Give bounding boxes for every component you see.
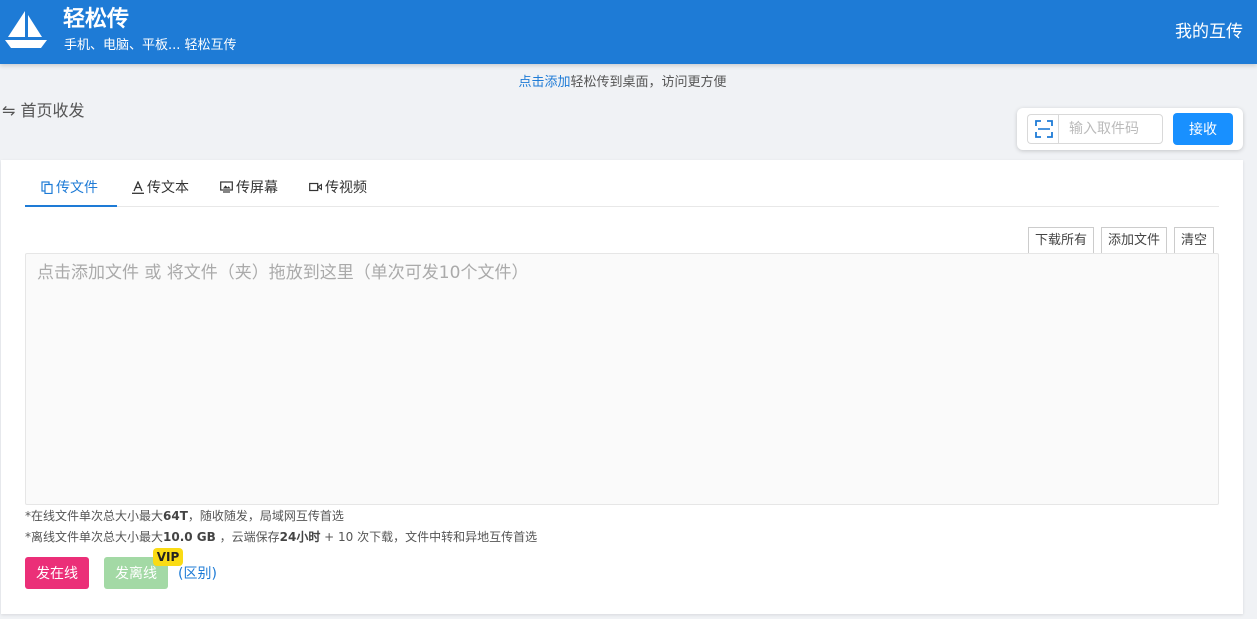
clear-button[interactable]: 清空 <box>1174 227 1215 253</box>
tab-label: 传文本 <box>147 180 189 196</box>
add-to-desktop-link[interactable]: 点击添加 <box>518 75 570 90</box>
tab-send-video[interactable]: 传视频 <box>309 170 367 207</box>
tab-send-files[interactable]: 传文件 <box>25 170 117 207</box>
add-file-button[interactable]: 添加文件 <box>1101 227 1168 253</box>
file-drop-zone[interactable]: 点击添加文件 或 将文件（夹）拖放到这里（单次可发10个文件） <box>25 253 1219 505</box>
text-icon <box>132 181 144 194</box>
my-transfers-link[interactable]: 我的互传 <box>1175 21 1243 43</box>
breadcrumb-label: 首页收发 <box>20 101 85 120</box>
scan-icon <box>1034 120 1053 138</box>
receive-button[interactable]: 接收 <box>1173 113 1233 145</box>
scan-button[interactable] <box>1027 114 1059 144</box>
add-to-desktop-tip: 点击添加轻松传到桌面，访问更方便 <box>0 74 1245 92</box>
tab-label: 传视频 <box>325 180 367 196</box>
tab-label: 传屏幕 <box>236 180 278 196</box>
breadcrumb: ⇋ 首页收发 <box>2 101 85 121</box>
offline-retention: 24小时 <box>279 530 321 544</box>
send-online-button[interactable]: 发在线 <box>25 557 89 589</box>
vip-badge: VIP <box>153 548 183 566</box>
brand-subtitle: 手机、电脑、平板... 轻松互传 <box>64 38 237 53</box>
tab-send-text[interactable]: 传文本 <box>132 170 189 207</box>
tip-text: 轻松传到桌面，访问更方便 <box>570 75 727 90</box>
offline-note: *离线文件单次总大小最大10.0 GB ，云端保存24小时 + 10 次下载，文… <box>25 530 538 544</box>
video-icon <box>309 182 322 192</box>
files-icon <box>41 181 53 194</box>
difference-link[interactable]: (区别) <box>178 565 217 583</box>
drop-zone-hint: 点击添加文件 或 将文件（夹）拖放到这里（单次可发10个文件） <box>37 263 529 283</box>
tab-bar: 传文件 传文本 传屏幕 传视频 <box>25 170 1219 207</box>
transfer-card: 传文件 传文本 传屏幕 传视频 下载所有 添加文件 清空 点击添加文件 或 将文… <box>1 160 1243 614</box>
sailboat-icon <box>5 11 47 48</box>
swap-arrows-icon: ⇋ <box>2 101 16 120</box>
download-all-button[interactable]: 下载所有 <box>1028 227 1095 253</box>
screen-icon <box>220 181 233 193</box>
offline-max-size: 10.0 GB <box>163 530 216 544</box>
app-header: 轻松传 手机、电脑、平板... 轻松互传 我的互传 <box>0 0 1257 64</box>
tab-send-screen[interactable]: 传屏幕 <box>220 170 278 207</box>
online-note: *在线文件单次总大小最大64T，随收随发，局域网互传首选 <box>25 509 344 523</box>
tab-label: 传文件 <box>56 180 98 196</box>
receive-panel: 接收 <box>1017 108 1243 150</box>
pickup-code-input[interactable] <box>1058 114 1163 144</box>
online-max-size: 64T <box>163 509 188 523</box>
brand-title: 轻松传 <box>63 7 130 32</box>
